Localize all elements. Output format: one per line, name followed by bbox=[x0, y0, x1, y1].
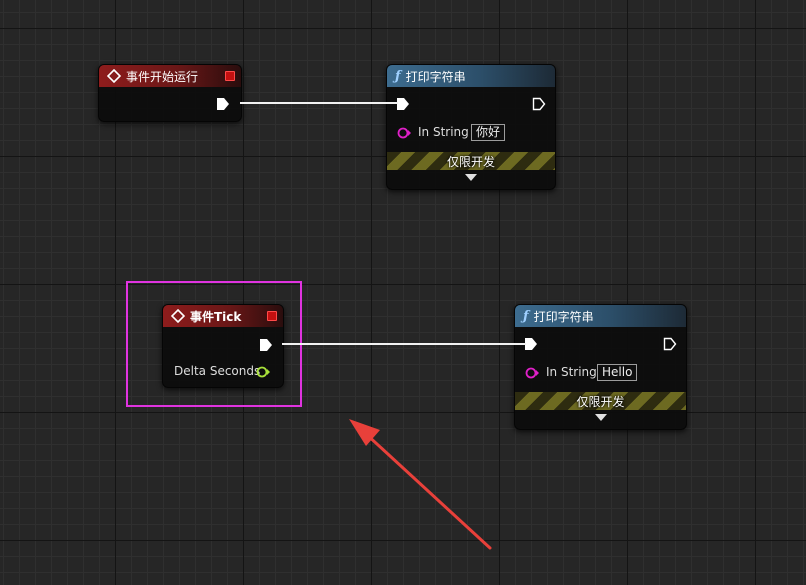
annotation-arrow bbox=[349, 419, 492, 550]
